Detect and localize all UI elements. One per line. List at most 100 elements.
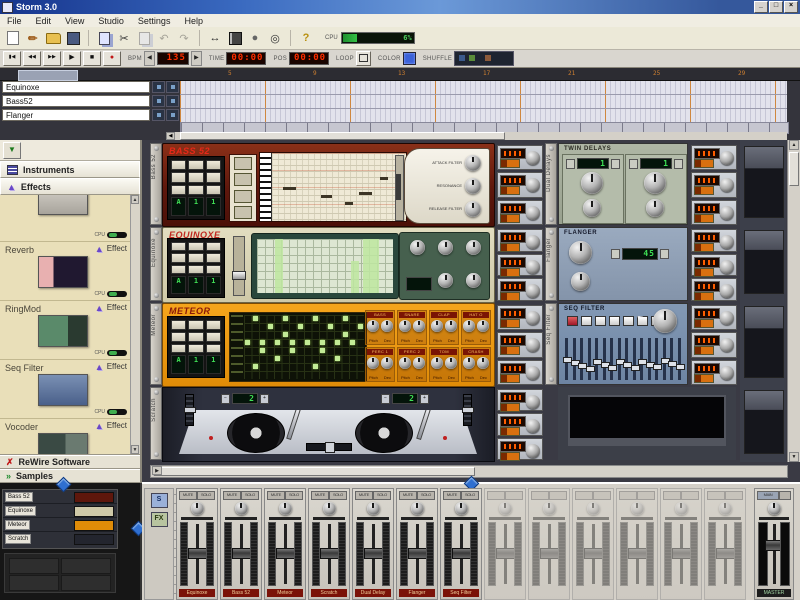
track-mute-button[interactable] xyxy=(152,109,165,121)
bpm-up-button[interactable]: ▶ xyxy=(190,51,202,66)
keypad-button[interactable] xyxy=(188,160,204,171)
filter-step-slider[interactable] xyxy=(630,338,640,380)
send-knob[interactable] xyxy=(720,284,734,299)
keypad-button[interactable] xyxy=(188,172,204,183)
keypad-button[interactable] xyxy=(171,172,187,183)
pan-knob[interactable] xyxy=(410,502,424,515)
active-drum-cell[interactable] xyxy=(312,316,318,321)
effect-entry-ringmod[interactable]: RingMod ▲ Effect CPU xyxy=(0,301,140,360)
send-module[interactable] xyxy=(691,172,737,198)
decay-knob[interactable] xyxy=(445,320,457,332)
equinoxe-matrix[interactable] xyxy=(251,233,399,299)
color-swatch[interactable] xyxy=(402,52,416,65)
mute-button[interactable] xyxy=(487,491,505,500)
keypad-button[interactable] xyxy=(205,264,221,274)
active-drum-cell[interactable] xyxy=(245,340,250,345)
active-drum-cell[interactable] xyxy=(305,340,310,345)
pan-knob[interactable] xyxy=(498,502,512,515)
volume-fader[interactable] xyxy=(232,548,251,559)
keypad-button[interactable] xyxy=(205,242,221,252)
delay-up-button[interactable] xyxy=(611,158,620,169)
solo-button[interactable] xyxy=(549,491,567,500)
mute-button[interactable] xyxy=(707,491,725,500)
pan-knob[interactable] xyxy=(454,502,468,515)
pitch-knob[interactable] xyxy=(463,357,475,369)
send-module[interactable] xyxy=(497,413,543,437)
minimize-button[interactable]: _ xyxy=(754,1,768,13)
track-mute-button[interactable] xyxy=(152,81,165,93)
active-drum-cell[interactable] xyxy=(282,332,288,337)
mute-button[interactable]: MUTE xyxy=(311,491,329,500)
active-drum-cell[interactable] xyxy=(275,356,280,361)
send-knob[interactable] xyxy=(720,178,734,193)
slider-handle[interactable] xyxy=(675,364,685,371)
active-drum-cell[interactable] xyxy=(335,340,340,345)
equinoxe-slider[interactable] xyxy=(232,236,246,296)
pan-knob[interactable] xyxy=(190,502,204,515)
solo-button[interactable]: SOLO xyxy=(285,491,303,500)
deck-a-plus-button[interactable]: + xyxy=(260,393,269,404)
active-drum-cell[interactable] xyxy=(252,364,258,369)
flanger-depth-knob[interactable] xyxy=(571,272,590,291)
keypad-button[interactable] xyxy=(188,264,204,274)
menu-studio[interactable]: Studio xyxy=(91,16,131,26)
tool-icon[interactable] xyxy=(234,189,252,203)
attack-knob[interactable] xyxy=(465,155,481,171)
volume-fader[interactable] xyxy=(408,548,427,559)
filter-step-slider[interactable] xyxy=(578,338,588,380)
volume-fader[interactable] xyxy=(320,548,339,559)
filter-step-slider[interactable] xyxy=(563,338,572,380)
mute-button[interactable]: MUTE xyxy=(399,491,417,500)
deck-a-minus-button[interactable]: − xyxy=(221,393,230,404)
pan-knob[interactable] xyxy=(322,502,336,515)
volume-fader[interactable] xyxy=(628,548,647,559)
keypad-button[interactable] xyxy=(171,331,187,342)
module-meteor[interactable]: METEOR A 1 1 BASS Pitch Dec SNARE Pitch Dec … xyxy=(162,303,495,387)
deck-b-plus-button[interactable]: + xyxy=(420,393,429,404)
send-module[interactable] xyxy=(691,278,737,302)
import-button[interactable]: ▼ xyxy=(3,141,21,159)
send-knob[interactable] xyxy=(720,365,734,380)
piano-roll-note[interactable] xyxy=(379,177,389,181)
keypad-button[interactable] xyxy=(171,160,187,171)
solo-button[interactable]: SOLO xyxy=(329,491,347,500)
send-module[interactable] xyxy=(497,332,543,358)
decay-knob[interactable] xyxy=(413,357,425,369)
filter-step-slider[interactable] xyxy=(608,338,618,380)
piano-roll-scrollbar[interactable] xyxy=(395,155,404,221)
step-button[interactable] xyxy=(623,316,634,326)
track-name[interactable]: Flanger xyxy=(2,109,150,121)
solo-button[interactable]: SOLO xyxy=(197,491,215,500)
active-drum-cell[interactable] xyxy=(327,324,333,329)
matrix-grid[interactable] xyxy=(257,239,393,293)
fast-forward-button[interactable]: ▶▶ xyxy=(43,51,61,66)
delay-up-button[interactable] xyxy=(674,158,683,169)
send-knob[interactable] xyxy=(720,205,734,220)
effect-seq-filter[interactable]: SEQ FILTER ~ xyxy=(558,303,688,385)
mute-button[interactable] xyxy=(619,491,637,500)
decay-knob[interactable] xyxy=(477,357,489,369)
active-drum-cell[interactable] xyxy=(260,340,265,345)
delay-time-knob[interactable] xyxy=(581,172,603,194)
active-drum-cell[interactable] xyxy=(350,340,355,345)
tonearm-b-icon[interactable] xyxy=(416,410,431,440)
volume-fader[interactable] xyxy=(276,548,295,559)
pan-knob[interactable] xyxy=(586,502,600,515)
effect-entry-vocoder[interactable]: Vocoder ▲Effect CPU xyxy=(0,419,140,454)
keypad-button[interactable] xyxy=(205,160,221,171)
keypad-button[interactable] xyxy=(171,320,187,330)
menu-help[interactable]: Help xyxy=(177,16,210,26)
send-knob[interactable] xyxy=(526,235,540,249)
volume-fader[interactable] xyxy=(584,548,603,559)
pitch-handle[interactable] xyxy=(184,407,196,413)
filter-step-slider[interactable] xyxy=(593,338,603,380)
send-module[interactable] xyxy=(497,253,543,277)
pitch-slider-b[interactable] xyxy=(462,394,474,426)
slider-handle[interactable] xyxy=(232,271,246,280)
send-knob[interactable] xyxy=(720,259,734,274)
pan-knob[interactable] xyxy=(366,502,380,515)
active-drum-cell[interactable] xyxy=(290,348,295,353)
send-module[interactable] xyxy=(691,229,737,252)
loop-region[interactable] xyxy=(18,70,78,81)
mute-button[interactable]: MUTE xyxy=(179,491,197,500)
